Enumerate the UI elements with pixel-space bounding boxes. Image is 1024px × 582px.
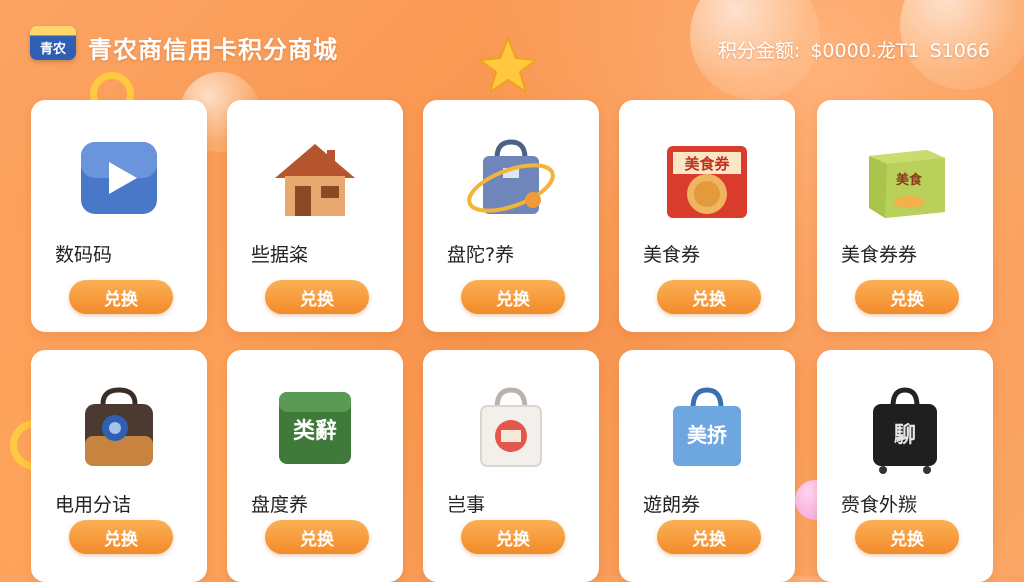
redeem-button[interactable]: 兑换 xyxy=(265,280,369,314)
food-voucher-box-icon: 美食券 xyxy=(667,146,747,218)
points-extra: S1066 xyxy=(929,40,990,62)
product-name: 些据粢 xyxy=(251,244,309,266)
points-value: $0000.龙T1 xyxy=(810,40,920,62)
redeem-button[interactable]: 兑换 xyxy=(265,520,369,554)
bank-logo: 青农 xyxy=(30,26,76,60)
bag-label: 美挢 xyxy=(687,423,727,447)
gift-box-icon: 美食 xyxy=(869,150,945,218)
redeem-button[interactable]: 兑换 xyxy=(855,280,959,314)
box-label: 美食 xyxy=(896,172,923,188)
product-card[interactable]: 美食券 美食券 兑换 xyxy=(619,100,795,332)
green-card-icon: 类辭 xyxy=(279,392,351,464)
product-name: 遊朗券 xyxy=(643,494,701,516)
blue-bag-icon: 美挢 xyxy=(673,387,741,466)
app-header: 青农 青农商信用卡积分商城 积分金额: $0000.龙T1 S1066 xyxy=(0,0,1024,93)
video-play-icon xyxy=(81,142,157,214)
points-balance: 积分金额: $0000.龙T1 S1066 xyxy=(714,36,990,63)
product-card[interactable]: 美食 美食券券 兑换 xyxy=(817,100,993,332)
product-name: 电用分诘 xyxy=(55,494,132,516)
page-title: 青农商信用卡积分商城 xyxy=(88,36,338,64)
product-name: 岂事 xyxy=(447,494,486,516)
product-card[interactable]: 駠 赍食外羰 兑换 xyxy=(817,350,993,582)
black-suitcase-icon: 駠 xyxy=(873,387,937,474)
redeem-button[interactable]: 兑换 xyxy=(461,280,565,314)
product-card[interactable]: 盘陀?养 兑换 xyxy=(423,100,599,332)
product-name: 赍食外羰 xyxy=(841,494,918,516)
product-card[interactable]: 些据粢 兑换 xyxy=(227,100,403,332)
product-card[interactable]: 岂事 兑换 xyxy=(423,350,599,582)
suitcase-label: 駠 xyxy=(894,422,916,448)
shopping-bag-icon xyxy=(467,139,555,214)
product-card[interactable]: 美挢 遊朗券 兑换 xyxy=(619,350,795,582)
product-name: 盘陀?养 xyxy=(447,244,515,266)
product-card[interactable]: 电用分诘 兑换 xyxy=(31,350,207,582)
star-decoration-icon xyxy=(479,37,537,93)
redeem-button[interactable]: 兑换 xyxy=(855,520,959,554)
product-name: 数码码 xyxy=(55,244,113,266)
redeem-button[interactable]: 兑换 xyxy=(69,280,173,314)
product-card[interactable]: 数码码 兑换 xyxy=(31,100,207,332)
product-name: 盘度养 xyxy=(251,494,309,516)
travel-bag-icon xyxy=(85,387,153,466)
redeem-button[interactable]: 兑换 xyxy=(657,280,761,314)
product-name: 美食券 xyxy=(643,244,701,266)
box-label: 美食券 xyxy=(684,155,730,173)
product-name: 美食券券 xyxy=(841,244,918,266)
product-card[interactable]: 类辭 盘度养 兑换 xyxy=(227,350,403,582)
redeem-button[interactable]: 兑换 xyxy=(69,520,173,554)
redeem-button[interactable]: 兑换 xyxy=(657,520,761,554)
white-tote-bag-icon xyxy=(480,387,542,467)
redeem-button[interactable]: 兑换 xyxy=(461,520,565,554)
house-icon xyxy=(275,144,355,216)
points-label: 积分金额: xyxy=(717,40,801,62)
card-label: 类辭 xyxy=(293,418,337,444)
